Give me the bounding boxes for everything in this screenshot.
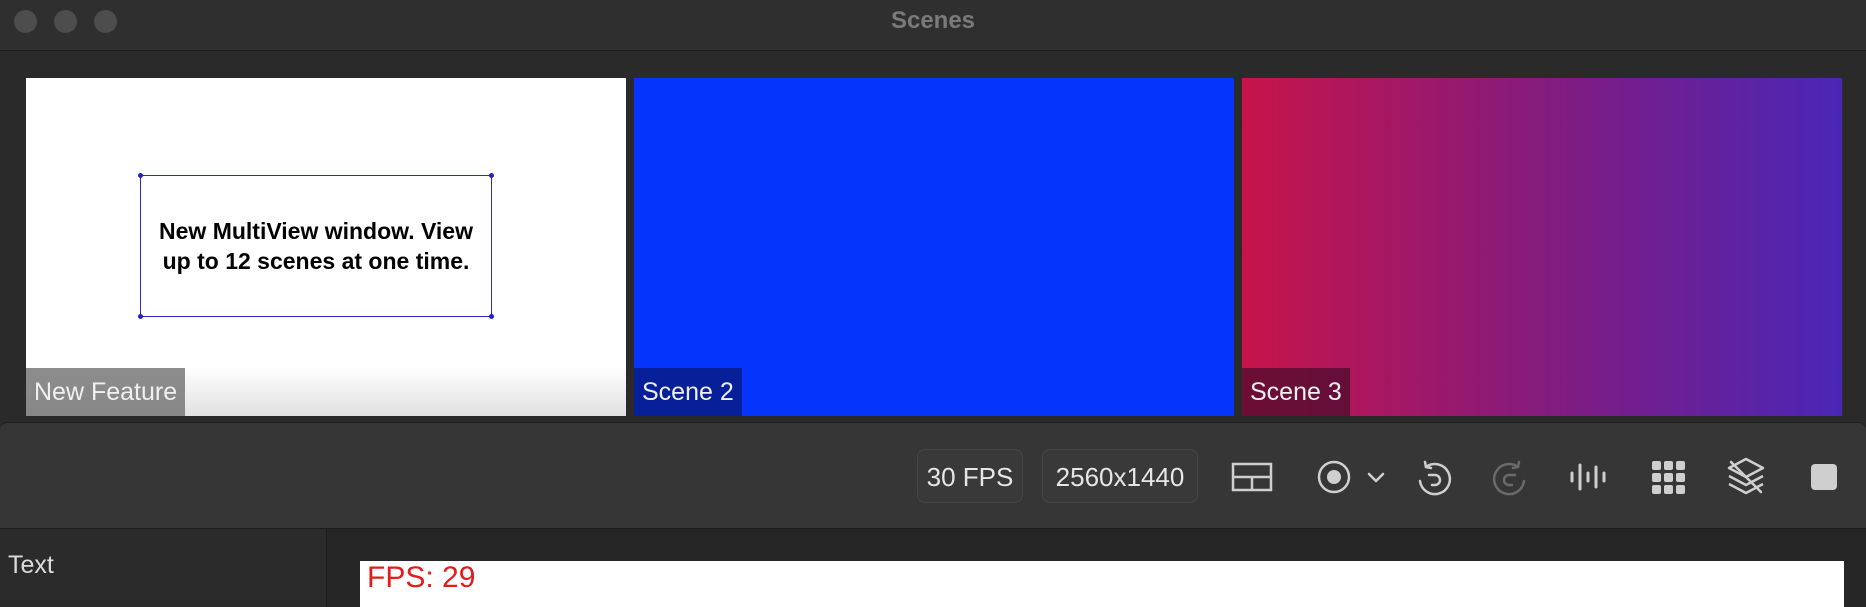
scene-label: New Feature <box>26 368 186 416</box>
scene-label: Scene 3 <box>1242 368 1350 416</box>
record-icon[interactable] <box>1310 453 1358 501</box>
window-title: Scenes <box>890 7 976 34</box>
resize-handle[interactable] <box>138 314 143 319</box>
fps-readout: FPS: 29 <box>367 561 476 594</box>
scenes-multiview: New MultiView window. View up to 12 scen… <box>0 51 1866 421</box>
title-bar: Scenes <box>0 0 1866 51</box>
source-item-text[interactable]: Text <box>8 551 54 580</box>
preview-canvas: FPS: 29 <box>360 561 1844 607</box>
sources-panel: Text <box>0 529 327 607</box>
chevron-down-icon[interactable] <box>1360 453 1392 501</box>
resize-handle[interactable] <box>489 173 494 178</box>
scene-tile-scene-3[interactable]: Scene 3 <box>1242 78 1842 416</box>
toolbar: 30 FPS 2560x1440 <box>0 422 1866 528</box>
feature-text: New MultiView window. View up to 12 scen… <box>159 218 473 274</box>
layers-icon[interactable] <box>1722 453 1770 501</box>
resize-handle[interactable] <box>138 173 143 178</box>
fps-button[interactable]: 30 FPS <box>917 449 1023 503</box>
resize-handle[interactable] <box>489 314 494 319</box>
inspector-area: Text FPS: 29 <box>0 528 1866 607</box>
redo-icon <box>1492 460 1526 496</box>
undo-icon[interactable] <box>1410 453 1458 501</box>
multiview-grid-icon[interactable] <box>1228 453 1276 501</box>
scene-tile-new-feature[interactable]: New MultiView window. View up to 12 scen… <box>26 78 626 416</box>
resolution-button[interactable]: 2560x1440 <box>1042 449 1198 503</box>
apps-grid-icon[interactable] <box>1644 453 1692 501</box>
stop-icon[interactable] <box>1800 453 1848 501</box>
text-box[interactable]: New MultiView window. View up to 12 scen… <box>140 175 492 317</box>
scene-label: Scene 2 <box>634 368 742 416</box>
scene-tile-scene-2[interactable]: Scene 2 <box>634 78 1234 416</box>
audio-icon[interactable] <box>1564 453 1612 501</box>
